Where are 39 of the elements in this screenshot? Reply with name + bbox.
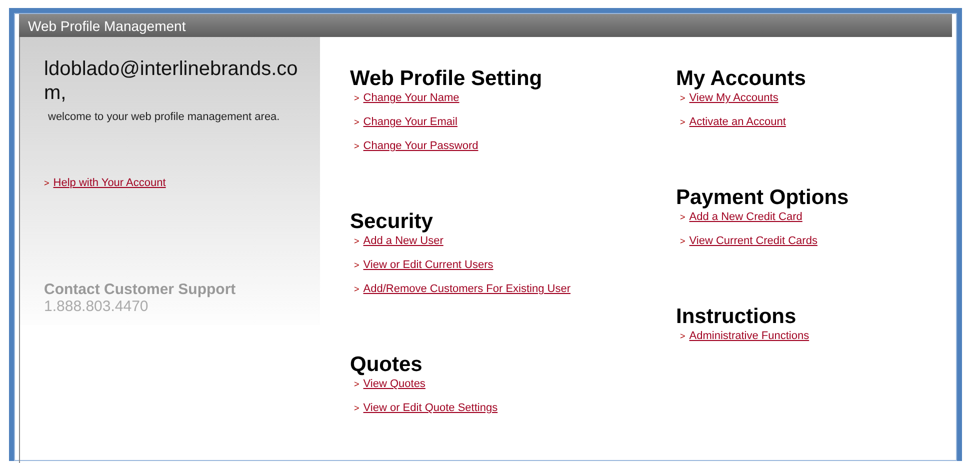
link-marker: > (680, 117, 686, 127)
link-marker: > (354, 403, 360, 413)
link-marker: > (354, 260, 360, 270)
link-marker: > (354, 93, 360, 103)
link[interactable]: Add a New Credit Card (689, 211, 802, 223)
link-marker: > (680, 331, 686, 341)
link-marker: > (354, 284, 360, 294)
window-title: Web Profile Management (28, 18, 186, 34)
welcome-text: welcome to your web profile management area. (48, 111, 281, 123)
link[interactable]: Add a New User (363, 235, 444, 247)
section-heading: Security (350, 209, 434, 235)
link[interactable]: View or Edit Current Users (363, 259, 494, 271)
link-marker: > (354, 141, 360, 151)
link-marker: > (680, 212, 686, 222)
link[interactable]: View My Accounts (689, 92, 778, 104)
section-heading: My Accounts (676, 66, 807, 92)
link-marker: > (354, 379, 360, 389)
link[interactable]: Change Your Password (363, 140, 478, 152)
link-marker: > (680, 236, 686, 246)
support-heading: Contact Customer Support (44, 281, 237, 298)
link-marker: > (44, 178, 50, 188)
link-marker: > (354, 236, 360, 246)
link[interactable]: Change Your Name (363, 92, 460, 104)
link[interactable]: Activate an Account (689, 116, 786, 128)
link[interactable]: Help with Your Account (53, 177, 166, 189)
section-heading: Instructions (676, 304, 798, 330)
link-marker: > (354, 117, 360, 127)
link-marker: > (680, 93, 686, 103)
link[interactable]: View Quotes (363, 378, 426, 390)
section-heading: Web Profile Setting (350, 66, 544, 92)
link[interactable]: View or Edit Quote Settings (363, 402, 498, 414)
link[interactable]: Change Your Email (363, 116, 458, 128)
link[interactable]: Add/Remove Customers For Existing User (363, 283, 570, 295)
support-phone: 1.888.803.4470 (44, 298, 150, 315)
link[interactable]: View Current Credit Cards (689, 235, 818, 247)
section-heading: Payment Options (676, 185, 850, 211)
section-heading: Quotes (350, 352, 424, 378)
greeting-text: ldoblado@interlinebrands.com, (44, 57, 299, 105)
link[interactable]: Administrative Functions (689, 330, 810, 342)
